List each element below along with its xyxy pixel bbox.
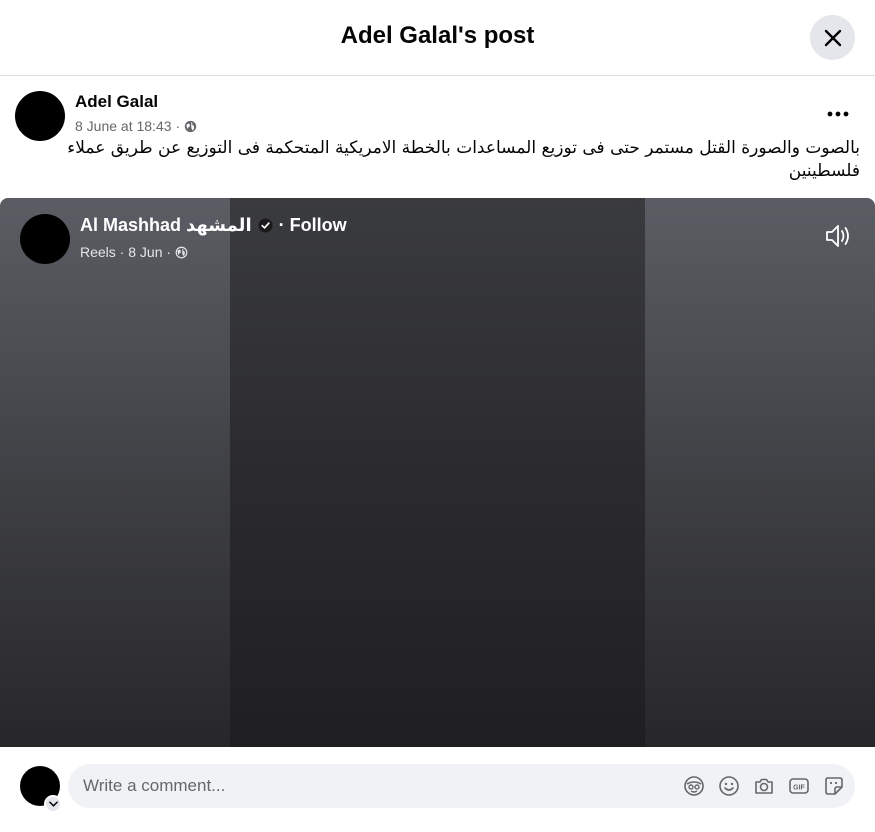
meta-separator: ·: [175, 118, 181, 134]
follow-button[interactable]: · Follow: [279, 215, 347, 236]
dialog-header: Adel Galal's post: [0, 0, 875, 76]
comment-bar: Write a comment... GIF: [0, 747, 875, 832]
close-icon: [824, 29, 841, 46]
video-frame: [230, 198, 645, 747]
dialog-title: Adel Galal's post: [340, 22, 535, 49]
avatar-sticker-icon[interactable]: [682, 774, 705, 797]
emoji-icon[interactable]: [717, 774, 740, 797]
globe-icon: [175, 246, 188, 258]
post-text: بالصوت والصورة القتل مستمر حتى فى توزيع …: [67, 138, 860, 181]
globe-icon: [185, 120, 197, 132]
reel-sub-text: Reels · 8 Jun ·: [80, 244, 172, 260]
author-name[interactable]: Adel Galal: [75, 92, 158, 112]
reel-sub-line: Reels · 8 Jun ·: [80, 244, 188, 260]
reel-source-avatar[interactable]: [20, 214, 70, 264]
post-timestamp[interactable]: 8 June at 18:43: [75, 118, 172, 134]
more-options-button[interactable]: [820, 98, 856, 130]
camera-icon[interactable]: [752, 774, 775, 797]
comment-placeholder: Write a comment...: [83, 776, 226, 795]
reel-source-line: Al Mashhad المشهد · Follow: [80, 215, 347, 236]
author-avatar[interactable]: [15, 91, 65, 141]
reel-source-name[interactable]: Al Mashhad المشهد: [80, 215, 252, 236]
close-button[interactable]: [810, 15, 855, 60]
svg-text:GIF: GIF: [793, 784, 805, 791]
comment-actions: GIF: [682, 774, 845, 797]
comment-input[interactable]: Write a comment... GIF: [68, 764, 855, 808]
profile-switch-button[interactable]: [44, 795, 62, 813]
speaker-icon: [826, 225, 849, 247]
verified-badge-icon: [258, 218, 273, 233]
gif-icon[interactable]: GIF: [787, 774, 810, 797]
chevron-down-icon: [48, 801, 58, 807]
sound-toggle-button[interactable]: [822, 220, 854, 252]
post-meta: 8 June at 18:43 ·: [75, 118, 197, 134]
more-dots-icon: [827, 111, 849, 117]
sticker-icon[interactable]: [822, 774, 845, 797]
reel-video[interactable]: Al Mashhad المشهد · Follow Reels · 8 Jun…: [0, 198, 875, 747]
